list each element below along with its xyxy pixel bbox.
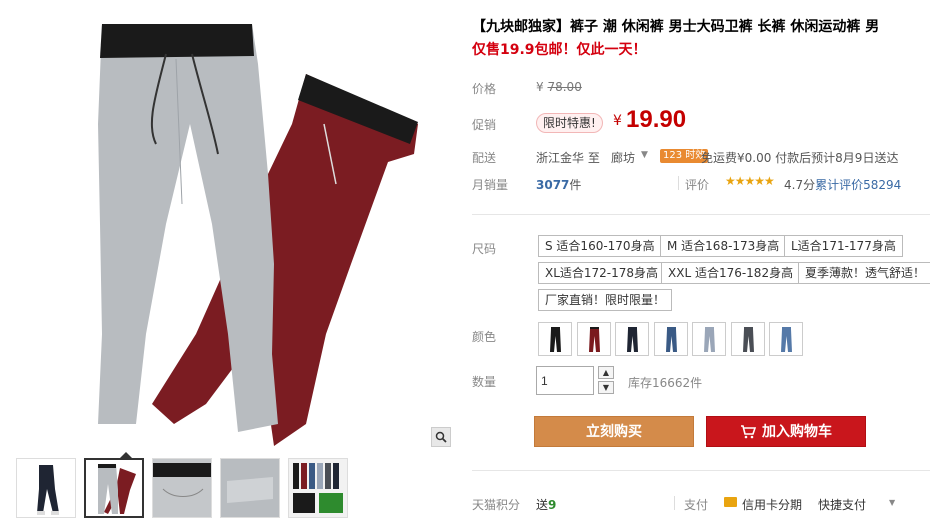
stock-count: 库存16662件 xyxy=(628,376,703,390)
size-option-factory[interactable]: 厂家直销！限时限量！ xyxy=(538,289,673,311)
rating-label: 评价 xyxy=(685,178,710,192)
color-swatch-navy-pants[interactable] xyxy=(615,322,649,356)
color-swatch-black-pants[interactable] xyxy=(538,322,572,356)
color-swatch-denim-jeans[interactable] xyxy=(769,322,803,356)
size-option-xxl[interactable]: XXL 适合176-182身高 xyxy=(661,262,801,284)
divider xyxy=(678,176,679,190)
credit-card-icon xyxy=(724,497,737,507)
size-option-summer[interactable]: 夏季薄款！透气舒适！ xyxy=(798,262,930,284)
sales-label: 月销量 xyxy=(472,178,509,192)
size-option-l[interactable]: L适合171-177身高 xyxy=(784,235,903,257)
quick-pay[interactable]: 快捷支付 xyxy=(818,496,866,513)
pants-illustration xyxy=(98,24,418,446)
promo-currency: ¥ xyxy=(613,113,622,129)
points-label: 天猫积分 xyxy=(472,498,521,512)
main-product-image[interactable] xyxy=(6,4,454,448)
divider xyxy=(472,214,930,215)
thumb-grey-red[interactable] xyxy=(84,458,144,518)
size-option-xl[interactable]: XL适合172-178身高 xyxy=(538,262,666,284)
original-price: ¥ 78.00 xyxy=(536,80,582,94)
chevron-down-icon[interactable]: ▼ xyxy=(641,150,648,160)
rating-value[interactable]: 4.7分累计评价58294 xyxy=(784,176,901,193)
rating-stars-icon: ★★★★★ xyxy=(725,174,775,188)
cart-icon xyxy=(741,425,756,439)
thumb-collage[interactable] xyxy=(288,458,348,518)
quantity-input[interactable] xyxy=(536,366,594,395)
promo-badge: 限时特惠! xyxy=(536,113,603,133)
payment-label: 支付 xyxy=(684,498,709,512)
shipping-label: 配送 xyxy=(472,151,497,165)
product-title: 【九块邮独家】裤子 潮 休闲裤 男士大码卫裤 长裤 休闲运动裤 男 xyxy=(472,19,880,35)
product-subtitle: 仅售19.9包邮！仅此一天！ xyxy=(472,42,647,58)
sales-count: 3077件 xyxy=(536,178,582,192)
product-info: 【九块邮独家】裤子 潮 休闲裤 男士大码卫裤 长裤 休闲运动裤 男 仅售19.9… xyxy=(472,0,930,524)
size-option-s[interactable]: S 适合160-170身高 xyxy=(538,235,662,257)
size-option-m[interactable]: M 适合168-173身高 xyxy=(660,235,787,257)
product-gallery xyxy=(0,0,458,524)
credit-card-installment[interactable]: 信用卡分期 xyxy=(742,496,802,513)
quantity-label: 数量 xyxy=(472,375,497,389)
thumb-detail-2[interactable] xyxy=(220,458,280,518)
color-label: 颜色 xyxy=(472,330,497,344)
zoom-icon[interactable] xyxy=(431,427,451,447)
buy-now-button[interactable]: 立刻购买 xyxy=(534,416,694,447)
divider xyxy=(674,496,675,510)
price-label: 价格 xyxy=(472,82,497,96)
ship-from: 浙江金华 至 xyxy=(536,151,600,165)
thumb-detail-1[interactable] xyxy=(152,458,212,518)
shipping-info: 免运费¥0.00 付款后预计8月9日送达 xyxy=(701,151,899,165)
thumb-model[interactable] xyxy=(16,458,76,518)
divider xyxy=(472,470,930,471)
ship-destination[interactable]: 廊坊 xyxy=(611,149,635,166)
chevron-down-icon[interactable]: ▼ xyxy=(889,498,895,507)
color-swatch-blue-jeans[interactable] xyxy=(653,322,688,356)
color-swatch-grey-jeans[interactable] xyxy=(730,322,765,356)
quantity-up-icon[interactable]: ▲ xyxy=(598,366,614,379)
quantity-down-icon[interactable]: ▼ xyxy=(598,381,614,394)
promo-label: 促销 xyxy=(472,118,497,132)
points-value: 送9 xyxy=(536,498,557,512)
add-to-cart-button[interactable]: 加入购物车 xyxy=(706,416,866,447)
color-swatch-red-pants[interactable] xyxy=(576,322,611,356)
add-to-cart-label: 加入购物车 xyxy=(762,424,832,440)
color-swatch-light-jeans[interactable] xyxy=(692,322,726,356)
promo-price: 19.90 xyxy=(626,106,687,133)
size-label: 尺码 xyxy=(472,242,497,256)
